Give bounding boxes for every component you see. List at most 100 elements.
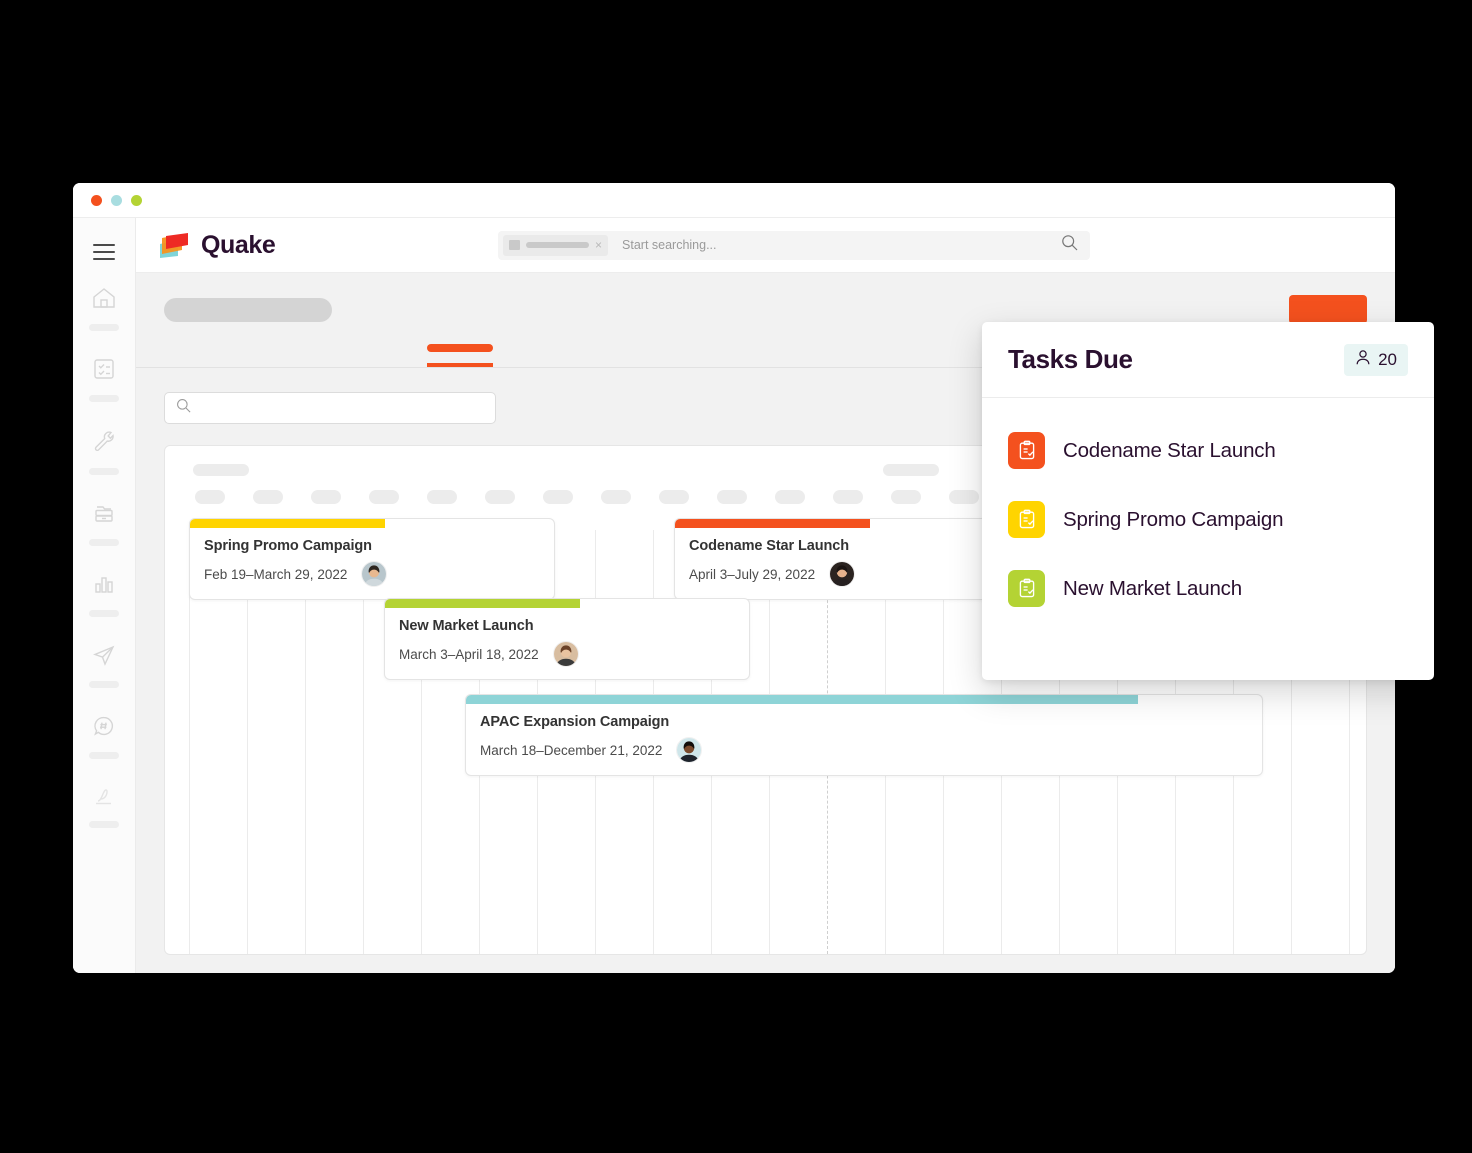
gantt-task-body: APAC Expansion Campaign March 18–December… <box>466 704 1262 775</box>
gantt-task-bar <box>466 695 1138 704</box>
assignee-count-badge[interactable]: 20 <box>1344 343 1408 376</box>
search-icon <box>176 398 191 418</box>
sidebar-label-stub <box>89 395 119 402</box>
gantt-task-card[interactable]: Spring Promo Campaign Feb 19–March 29, 20… <box>189 518 555 600</box>
clipboard-icon <box>1008 501 1045 538</box>
gantt-task-body: New Market Launch March 3–April 18, 2022 <box>385 608 749 679</box>
timeline-day-stub <box>195 490 225 504</box>
sidebar-label-stub <box>89 468 119 475</box>
timeline-day-stub <box>891 490 921 504</box>
checklist-icon <box>92 357 116 386</box>
wrench-icon <box>91 428 117 459</box>
bar-chart-icon <box>92 572 116 601</box>
window-maximize-button[interactable] <box>131 194 142 206</box>
timeline-day-stub <box>717 490 747 504</box>
tasks-due-item-label: Spring Promo Campaign <box>1063 507 1284 531</box>
paper-plane-icon <box>92 643 116 672</box>
sidebar-item-send[interactable] <box>73 643 135 688</box>
window-minimize-button[interactable] <box>111 194 122 206</box>
timeline-day-stub <box>427 490 457 504</box>
avatar[interactable] <box>829 561 856 587</box>
tasks-due-header: Tasks Due 20 <box>982 322 1434 398</box>
clipboard-icon <box>1008 570 1045 607</box>
quake-logo-icon <box>158 232 192 259</box>
avatar[interactable] <box>361 561 388 587</box>
gantt-task-dates: March 3–April 18, 2022 <box>399 646 539 662</box>
timeline-day-stub <box>253 490 283 504</box>
tasks-due-item-label: New Market Launch <box>1063 576 1242 600</box>
search-input[interactable] <box>164 392 496 424</box>
sidebar-label-stub <box>89 610 119 617</box>
sidebar-label-stub <box>89 539 119 546</box>
sidebar-item-tools[interactable] <box>73 428 135 475</box>
tasks-due-item-label: Codename Star Launch <box>1063 438 1276 462</box>
gantt-task-bar <box>190 519 385 528</box>
timeline-month-stub <box>193 464 249 476</box>
window-close-button[interactable] <box>91 194 102 206</box>
gantt-task-dates: Feb 19–March 29, 2022 <box>204 566 348 582</box>
timeline-day-stub <box>485 490 515 504</box>
chat-hashtag-icon <box>92 714 116 743</box>
close-icon[interactable]: × <box>595 239 602 251</box>
sidebar-label-stub <box>89 821 119 828</box>
gantt-task-bar <box>675 519 870 528</box>
app-logo[interactable]: Quake <box>158 231 498 260</box>
signature-icon <box>92 785 116 812</box>
gantt-task-title: Codename Star Launch <box>689 538 849 554</box>
sidebar-label-stub <box>89 324 119 331</box>
folder-icon <box>509 240 520 250</box>
clipboard-icon <box>1008 432 1045 469</box>
gantt-task-card[interactable]: APAC Expansion Campaign March 18–December… <box>465 694 1263 776</box>
gantt-task-meta: Feb 19–March 29, 2022 <box>204 561 540 587</box>
tasks-due-panel[interactable]: Tasks Due 20 Codename Star Launch Spring … <box>982 322 1434 680</box>
assignee-count: 20 <box>1378 349 1397 369</box>
timeline-day-stub <box>311 490 341 504</box>
timeline-month-stub <box>883 464 939 476</box>
gantt-task-title: Spring Promo Campaign <box>204 538 372 554</box>
avatar[interactable] <box>676 737 703 763</box>
sidebar <box>73 218 136 973</box>
gantt-task-dates: March 18–December 21, 2022 <box>480 742 663 758</box>
person-icon <box>1355 349 1371 371</box>
sidebar-item-reports[interactable] <box>73 572 135 617</box>
tasks-due-item[interactable]: Spring Promo Campaign <box>982 485 1434 554</box>
file-drawer-icon <box>92 501 116 530</box>
sidebar-item-home[interactable] <box>73 286 135 331</box>
sidebar-item-files[interactable] <box>73 501 135 546</box>
sidebar-label-stub <box>89 752 119 759</box>
timeline-day-stub <box>601 490 631 504</box>
page-header <box>136 273 1395 324</box>
search-icon[interactable] <box>1061 234 1078 256</box>
gantt-task-body: Spring Promo Campaign Feb 19–March 29, 20… <box>190 528 554 599</box>
gantt-task-card[interactable]: New Market Launch March 3–April 18, 2022 <box>384 598 750 680</box>
sidebar-item-signatures[interactable] <box>73 785 135 828</box>
gantt-task-dates: April 3–July 29, 2022 <box>689 566 816 582</box>
global-search[interactable]: × Start searching... <box>498 230 1090 260</box>
gantt-task-title: APAC Expansion Campaign <box>480 714 670 730</box>
timeline-day-stub <box>543 490 573 504</box>
gantt-task-meta: March 18–December 21, 2022 <box>480 737 1248 763</box>
gantt-task-meta: March 3–April 18, 2022 <box>399 641 735 667</box>
global-search-placeholder: Start searching... <box>622 238 717 252</box>
primary-action-button[interactable] <box>1289 295 1367 324</box>
timeline-day-stub <box>833 490 863 504</box>
tasks-due-item[interactable]: New Market Launch <box>982 554 1434 623</box>
gantt-task-meta: April 3–July 29, 2022 <box>689 561 1025 587</box>
tasks-due-item[interactable]: Codename Star Launch <box>982 416 1434 485</box>
hamburger-icon[interactable] <box>93 244 115 260</box>
token-label-stub <box>526 242 589 248</box>
gantt-task-bar <box>385 599 580 608</box>
avatar[interactable] <box>552 641 579 667</box>
page-title <box>164 297 332 322</box>
search-filter-token[interactable]: × <box>503 234 609 256</box>
window-titlebar <box>73 183 1395 218</box>
sidebar-item-channels[interactable] <box>73 714 135 759</box>
timeline-day-stub <box>369 490 399 504</box>
tab-active[interactable] <box>427 344 493 367</box>
timeline-day-stub <box>775 490 805 504</box>
sidebar-label-stub <box>89 681 119 688</box>
timeline-day-stub <box>659 490 689 504</box>
app-topbar: Quake × Start searching... <box>136 218 1395 273</box>
home-icon <box>91 286 117 315</box>
sidebar-item-tasks[interactable] <box>73 357 135 402</box>
